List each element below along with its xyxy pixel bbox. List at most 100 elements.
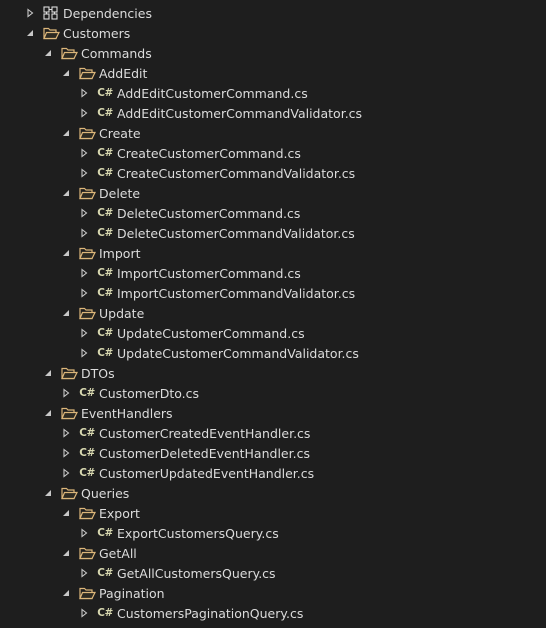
tree-item-deletecustomercommandvalidator-cs[interactable]: C# DeleteCustomerCommandValidator.cs (0, 223, 546, 243)
tree-item-exportcustomersquery-cs[interactable]: C# ExportCustomersQuery.cs (0, 523, 546, 543)
tree-item-create[interactable]: Create (0, 123, 546, 143)
tree-item-label: GetAll (99, 545, 137, 561)
tree-item-dependencies[interactable]: Dependencies (0, 3, 546, 23)
tree-item-customers[interactable]: Customers (0, 23, 546, 43)
collapsed-arrow-icon[interactable] (78, 163, 90, 183)
expanded-arrow-icon[interactable] (60, 243, 72, 263)
collapsed-arrow-icon[interactable] (78, 523, 90, 543)
tree-item-queries[interactable]: Queries (0, 483, 546, 503)
collapsed-arrow-icon[interactable] (60, 463, 72, 483)
tree-item-addeditcustomercommandvalidator-cs[interactable]: C# AddEditCustomerCommandValidator.cs (0, 103, 546, 123)
tree-item-label: DeleteCustomerCommandValidator.cs (117, 225, 355, 241)
tree-item-label: Import (99, 245, 141, 261)
expanded-arrow-icon[interactable] (60, 63, 72, 83)
collapsed-arrow-icon[interactable] (78, 143, 90, 163)
tree-item-label: Pagination (99, 585, 165, 601)
collapsed-arrow-icon[interactable] (78, 563, 90, 583)
csharp-file-icon: C# (79, 387, 95, 399)
folder-open-icon (60, 403, 78, 423)
expanded-arrow-icon[interactable] (60, 543, 72, 563)
csharp-file-icon: C# (79, 427, 95, 439)
collapsed-arrow-icon[interactable] (78, 263, 90, 283)
tree-item-customerspaginationquery-cs[interactable]: C# CustomersPaginationQuery.cs (0, 603, 546, 623)
tree-item-getall[interactable]: GetAll (0, 543, 546, 563)
collapsed-arrow-icon[interactable] (60, 383, 72, 403)
tree-item-customerdto-cs[interactable]: C# CustomerDto.cs (0, 383, 546, 403)
collapsed-arrow-icon[interactable] (78, 603, 90, 623)
tree-item-import[interactable]: Import (0, 243, 546, 263)
expanded-arrow-icon[interactable] (60, 583, 72, 603)
collapsed-arrow-icon[interactable] (78, 103, 90, 123)
tree-item-update[interactable]: Update (0, 303, 546, 323)
csharp-file-icon: C# (97, 147, 113, 159)
expanded-arrow-icon[interactable] (60, 183, 72, 203)
csharp-file-icon: C# (97, 287, 113, 299)
folder-open-icon (78, 303, 96, 323)
collapsed-arrow-icon[interactable] (78, 83, 90, 103)
expanded-arrow-icon[interactable] (42, 43, 54, 63)
tree-item-export[interactable]: Export (0, 503, 546, 523)
csharp-file-icon: C# (97, 107, 113, 119)
csharp-file-icon: C# (79, 467, 95, 479)
tree-item-customerupdatedeventhandler-cs[interactable]: C# CustomerUpdatedEventHandler.cs (0, 463, 546, 483)
csharp-file-icon: C# (97, 167, 113, 179)
tree-item-label: CreateCustomerCommand.cs (117, 145, 301, 161)
collapsed-arrow-icon[interactable] (78, 283, 90, 303)
tree-item-addeditcustomercommand-cs[interactable]: C# AddEditCustomerCommand.cs (0, 83, 546, 103)
tree-item-importcustomercommandvalidator-cs[interactable]: C# ImportCustomerCommandValidator.cs (0, 283, 546, 303)
tree-item-label: AddEdit (99, 65, 148, 81)
tree-item-label: Update (99, 305, 145, 321)
collapsed-arrow-icon[interactable] (78, 343, 90, 363)
tree-item-pagination[interactable]: Pagination (0, 583, 546, 603)
tree-item-createcustomercommandvalidator-cs[interactable]: C# CreateCustomerCommandValidator.cs (0, 163, 546, 183)
tree-item-label: CustomerUpdatedEventHandler.cs (99, 465, 315, 481)
tree-item-delete[interactable]: Delete (0, 183, 546, 203)
tree-item-label: UpdateCustomerCommandValidator.cs (117, 345, 359, 361)
expanded-arrow-icon[interactable] (60, 503, 72, 523)
folder-open-icon (60, 43, 78, 63)
tree-item-label: CreateCustomerCommandValidator.cs (117, 165, 356, 181)
collapsed-arrow-icon[interactable] (24, 3, 36, 23)
tree-item-updatecustomercommand-cs[interactable]: C# UpdateCustomerCommand.cs (0, 323, 546, 343)
tree-item-updatecustomercommandvalidator-cs[interactable]: C# UpdateCustomerCommandValidator.cs (0, 343, 546, 363)
csharp-file-icon: C# (97, 347, 113, 359)
collapsed-arrow-icon[interactable] (60, 443, 72, 463)
expanded-arrow-icon[interactable] (24, 23, 36, 43)
tree-item-customerdeletedeventhandler-cs[interactable]: C# CustomerDeletedEventHandler.cs (0, 443, 546, 463)
tree-item-label: AddEditCustomerCommandValidator.cs (117, 105, 363, 121)
tree-item-label: Customers (63, 25, 131, 41)
expanded-arrow-icon[interactable] (60, 303, 72, 323)
tree-item-label: Queries (81, 485, 130, 501)
tree-item-label: ImportCustomerCommand.cs (117, 265, 301, 281)
tree-item-importcustomercommand-cs[interactable]: C# ImportCustomerCommand.cs (0, 263, 546, 283)
collapsed-arrow-icon[interactable] (60, 423, 72, 443)
tree-item-commands[interactable]: Commands (0, 43, 546, 63)
tree-item-label: CustomerDeletedEventHandler.cs (99, 445, 310, 461)
tree-item-label: ImportCustomerCommandValidator.cs (117, 285, 356, 301)
tree-item-label: UpdateCustomerCommand.cs (117, 325, 305, 341)
solution-explorer-tree: Dependencies Customers Commands AddEdit C# Ad… (0, 0, 546, 628)
csharp-file-icon: C# (97, 327, 113, 339)
folder-open-icon (60, 483, 78, 503)
tree-item-addedit[interactable]: AddEdit (0, 63, 546, 83)
expanded-arrow-icon[interactable] (42, 363, 54, 383)
tree-item-createcustomercommand-cs[interactable]: C# CreateCustomerCommand.cs (0, 143, 546, 163)
expanded-arrow-icon[interactable] (60, 123, 72, 143)
expanded-arrow-icon[interactable] (42, 403, 54, 423)
tree-item-customercreatedeventhandler-cs[interactable]: C# CustomerCreatedEventHandler.cs (0, 423, 546, 443)
expanded-arrow-icon[interactable] (42, 483, 54, 503)
collapsed-arrow-icon[interactable] (78, 223, 90, 243)
collapsed-arrow-icon[interactable] (78, 203, 90, 223)
tree-item-getallcustomersquery-cs[interactable]: C# GetAllCustomersQuery.cs (0, 563, 546, 583)
csharp-file-icon: C# (97, 87, 113, 99)
tree-item-label: ExportCustomersQuery.cs (117, 525, 279, 541)
csharp-file-icon: C# (97, 267, 113, 279)
tree-item-eventhandlers[interactable]: EventHandlers (0, 403, 546, 423)
tree-item-dtos[interactable]: DTOs (0, 363, 546, 383)
tree-item-label: AddEditCustomerCommand.cs (117, 85, 308, 101)
folder-open-icon (42, 23, 60, 43)
collapsed-arrow-icon[interactable] (78, 323, 90, 343)
tree-item-deletecustomercommand-cs[interactable]: C# DeleteCustomerCommand.cs (0, 203, 546, 223)
tree-item-label: GetAllCustomersQuery.cs (117, 565, 276, 581)
tree-item-label: EventHandlers (81, 405, 173, 421)
